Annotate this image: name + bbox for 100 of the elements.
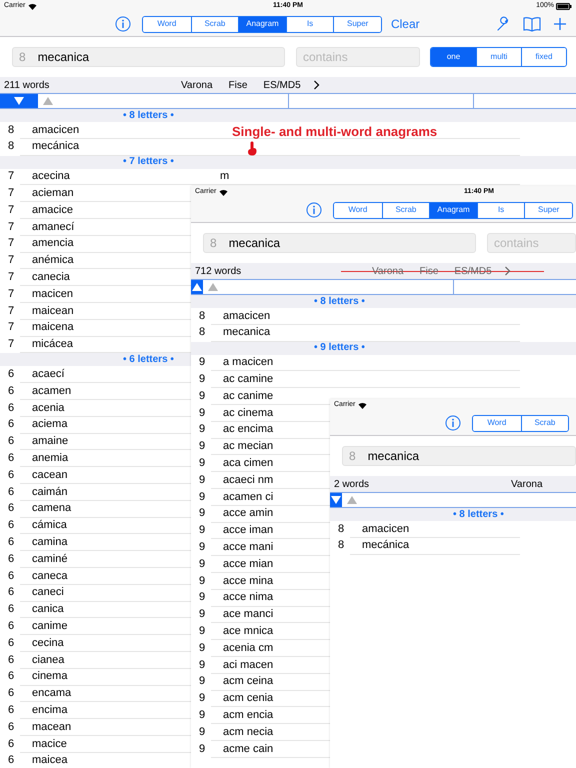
mode-tab[interactable]: Scrab (190, 16, 238, 32)
search-field[interactable]: 8 mecanica (342, 446, 576, 466)
anagram-word[interactable]: encima (32, 702, 68, 718)
anagram-word[interactable]: mecánica (32, 138, 80, 155)
anagram-word[interactable]: acm encia (223, 706, 274, 724)
anagram-word[interactable]: macean (32, 718, 72, 736)
anagram-word[interactable]: ac cinema (223, 404, 274, 422)
anagram-word[interactable]: acme cain (223, 740, 274, 758)
mode-tab[interactable]: Anagram (429, 202, 477, 218)
anagram-word[interactable]: acaeci nm (223, 472, 274, 488)
anagram-word[interactable]: encama (32, 685, 72, 702)
anagram-word[interactable]: ace manci (223, 606, 274, 623)
anagram-word[interactable]: acce mina (223, 572, 274, 590)
mode-tab[interactable]: Anagram (238, 16, 286, 32)
anagram-word[interactable]: macice (32, 736, 67, 752)
anagram-word[interactable]: anémica (32, 252, 74, 269)
anagram-word[interactable]: amencia (32, 235, 74, 252)
anagram-word[interactable]: acce amin (223, 505, 274, 522)
anagram-word[interactable]: acamen (32, 382, 72, 400)
anagram-word[interactable]: amacicen (223, 308, 270, 324)
word-length: 6 (8, 534, 16, 550)
search-field[interactable]: 8 mecanica (12, 47, 285, 67)
anagram-word[interactable]: cianea (32, 652, 64, 668)
anagram-word[interactable]: ac mecian (223, 438, 274, 455)
info-icon[interactable] (306, 202, 322, 218)
anagram-word[interactable]: amanecí (32, 218, 74, 236)
anagram-word[interactable]: aciema (32, 416, 68, 433)
anagram-word[interactable]: cinema (32, 668, 68, 685)
anagram-word[interactable]: acm ceina (223, 673, 274, 690)
anagram-word[interactable]: acenia (32, 400, 64, 416)
anagram-word[interactable]: caimán (32, 484, 68, 500)
anagram-word[interactable]: acce nima (223, 589, 274, 606)
anagram-word[interactable]: canecia (32, 269, 70, 286)
info-icon[interactable] (115, 16, 131, 32)
anagram-word[interactable]: caneci (32, 584, 64, 601)
anagram-word[interactable]: maicea (32, 752, 68, 768)
anagram-word[interactable]: caneca (32, 568, 68, 584)
anagram-word[interactable]: amacice (32, 202, 73, 218)
anagram-word[interactable]: maicean (32, 302, 74, 320)
anagram-word[interactable]: acecina (32, 168, 70, 185)
section-header: • 6 letters • (123, 354, 174, 365)
anagram-word[interactable]: amacicen (362, 520, 410, 538)
mode-tab[interactable]: Is (476, 202, 524, 218)
anagram-word[interactable]: aca cimen (223, 455, 274, 472)
anagram-word[interactable]: acm cenia (223, 690, 274, 707)
anagram-word[interactable]: anemia (32, 450, 68, 466)
clear-button[interactable]: Clear (390, 15, 420, 33)
mode-tab[interactable]: Scrab (382, 202, 430, 218)
anagram-word[interactable]: acce mian (223, 556, 274, 572)
anagram-word[interactable]: acce iman (223, 522, 274, 539)
mode-tab[interactable]: Word (334, 202, 382, 218)
anagram-word[interactable]: caminé (32, 550, 68, 568)
mode-tab[interactable]: Super (333, 16, 381, 32)
anagram-word[interactable]: camina (32, 534, 68, 550)
anagram-word[interactable]: canime (32, 618, 68, 634)
word-length: 7 (8, 337, 16, 352)
anagram-word[interactable]: macicen (32, 286, 73, 302)
mode-tab[interactable]: Is (286, 16, 334, 32)
anagram-word[interactable]: acce mani (223, 539, 274, 556)
anagram-word[interactable]: a macicen (223, 354, 274, 371)
anagram-word[interactable]: acm necia (223, 724, 274, 740)
word-mode-tab[interactable]: one (431, 48, 476, 66)
anagram-word[interactable]: camena (32, 500, 72, 517)
mode-tab[interactable]: Scrab (520, 416, 568, 430)
annotation-text: Single- and multi-word anagrams (232, 123, 438, 141)
anagram-word[interactable]: acenia cm (223, 640, 274, 656)
anagram-word[interactable]: cámica (32, 517, 67, 534)
anagram-word[interactable]: micácea (32, 336, 73, 353)
anagram-word[interactable]: cecina (32, 634, 64, 652)
mode-tab[interactable]: Word (473, 416, 521, 430)
anagram-word[interactable]: aci macen (223, 656, 274, 674)
sort-button[interactable] (0, 94, 38, 108)
anagram-word[interactable]: maicena (32, 319, 74, 336)
anagram-word[interactable]: ac camine (223, 371, 274, 388)
mode-tab[interactable]: Word (143, 16, 191, 32)
sort-button[interactable] (191, 280, 203, 294)
sort-button[interactable] (330, 493, 342, 507)
word-mode-tab[interactable]: fixed (521, 48, 566, 66)
anagram-word[interactable]: mecanica (223, 324, 270, 341)
wrench-icon[interactable] (495, 16, 511, 32)
anagram-word[interactable]: mecánica (362, 537, 410, 554)
anagram-word[interactable]: ace mnica (223, 623, 274, 640)
search-field[interactable]: 8 mecanica (203, 233, 476, 253)
info-icon[interactable] (445, 415, 461, 431)
anagram-word[interactable]: amaine (32, 433, 68, 450)
book-icon[interactable] (523, 16, 541, 32)
anagram-word[interactable]: acaecí (32, 366, 64, 383)
anagram-word[interactable]: acieman (32, 185, 74, 202)
anagram-word[interactable]: ac canime (223, 388, 274, 404)
mode-tab[interactable]: Super (524, 202, 572, 218)
word-length: 6 (8, 417, 16, 432)
word-length: 6 (8, 484, 16, 500)
anagram-word[interactable]: ac encima (223, 421, 274, 438)
anagram-word[interactable]: acamen ci (223, 488, 274, 506)
word-length: 6 (8, 568, 16, 584)
anagram-word[interactable]: amacicen (32, 122, 80, 138)
plus-icon[interactable] (553, 17, 567, 31)
anagram-word[interactable]: cacean (32, 466, 68, 484)
anagram-word[interactable]: canica (32, 601, 64, 618)
word-length: 6 (8, 367, 16, 382)
